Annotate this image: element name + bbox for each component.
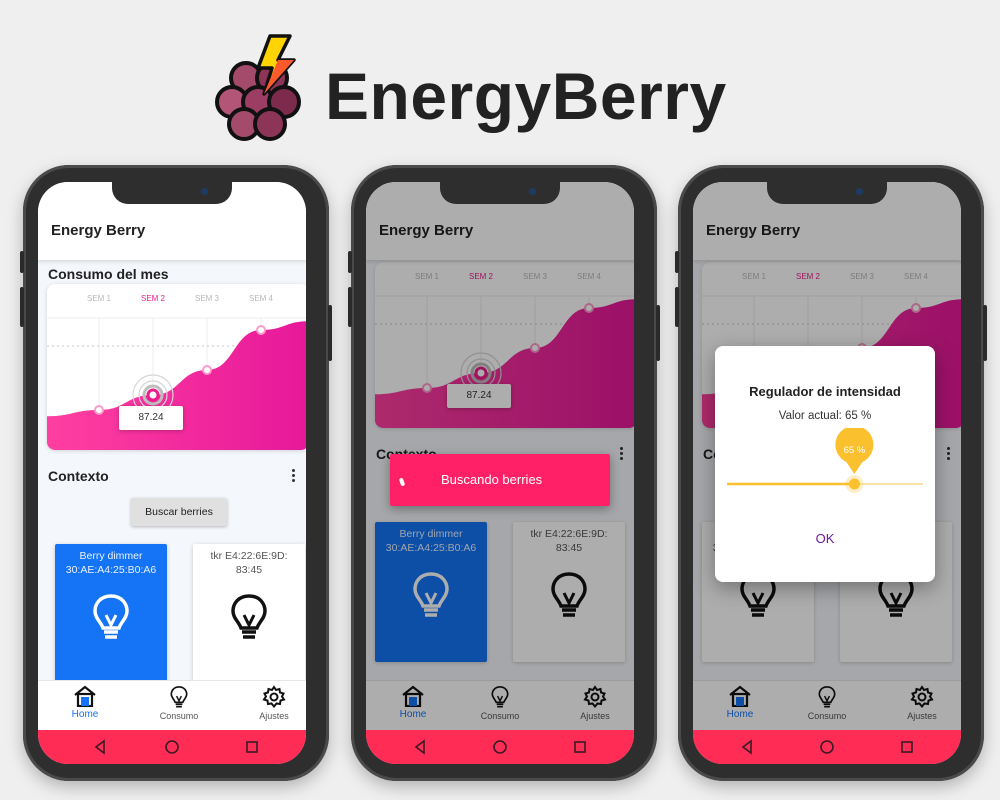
bottom-navigation: Home Consumo Ajustes bbox=[38, 680, 306, 731]
phone-dimmer-dialog-screen: Energy Berry SEM 1 SEM 2 SEM 3 SEM 4 Con… bbox=[675, 165, 987, 781]
phone-home-screen: Energy Berry Consumo del mes SEM 1 SEM 2… bbox=[20, 165, 332, 781]
more-options-icon[interactable] bbox=[292, 469, 296, 483]
recents-icon[interactable] bbox=[572, 739, 588, 755]
notch bbox=[440, 182, 560, 204]
back-icon[interactable] bbox=[412, 739, 428, 755]
dialog-current-value: Valor actual: 65 % bbox=[778, 410, 872, 422]
consumption-area bbox=[47, 321, 306, 450]
recents-icon[interactable] bbox=[244, 739, 260, 755]
nav-home[interactable]: Home bbox=[45, 685, 125, 720]
system-navigation-bar bbox=[366, 730, 634, 764]
phone-searching-screen: Energy Berry SEM 1 SEM 2 SEM 3 SEM 4 87.… bbox=[348, 165, 660, 781]
home-circle-icon[interactable] bbox=[164, 739, 180, 755]
ok-button[interactable]: OK bbox=[795, 526, 855, 550]
back-icon[interactable] bbox=[739, 739, 755, 755]
nav-label: Home bbox=[71, 709, 99, 720]
nav-ajustes[interactable]: Ajustes bbox=[234, 685, 306, 721]
tab-sem-2[interactable]: SEM 2 bbox=[141, 294, 165, 303]
slider-value-label: 65 % bbox=[844, 445, 866, 456]
consumption-chart: SEM 1 SEM 2 SEM 3 SEM 4 87.24 bbox=[47, 284, 306, 450]
gear-icon bbox=[262, 685, 286, 709]
notch bbox=[767, 182, 887, 204]
data-point-1[interactable] bbox=[94, 405, 104, 415]
system-navigation-bar bbox=[693, 730, 961, 764]
search-berries-button[interactable]: Buscar berries bbox=[131, 498, 227, 526]
searching-snackbar: Buscando berries bbox=[390, 454, 610, 506]
home-icon bbox=[74, 685, 96, 707]
context-section-title: Contexto bbox=[48, 468, 109, 484]
notch bbox=[112, 182, 232, 204]
tab-sem-1[interactable]: SEM 1 bbox=[87, 294, 111, 303]
screen: Energy Berry SEM 1 SEM 2 SEM 3 SEM 4 Con… bbox=[693, 182, 961, 764]
data-point-4[interactable] bbox=[256, 325, 266, 335]
screen: Energy Berry SEM 1 SEM 2 SEM 3 SEM 4 87.… bbox=[366, 182, 634, 764]
lightbulb-icon bbox=[170, 686, 188, 708]
home-content: Consumo del mes SEM 1 SEM 2 SEM 3 SEM 4 … bbox=[38, 260, 306, 684]
slider-thumb[interactable] bbox=[848, 478, 860, 490]
dialog-title: Regulador de intensidad bbox=[749, 384, 901, 399]
lightbulb-icon bbox=[231, 594, 267, 639]
chart-tooltip: 87.24 bbox=[119, 406, 183, 430]
intensity-slider[interactable]: 65 % bbox=[727, 428, 923, 498]
data-point-3[interactable] bbox=[202, 365, 212, 375]
lightbulb-icon bbox=[93, 594, 129, 639]
system-navigation-bar bbox=[38, 730, 306, 764]
brand-title: EnergyBerry bbox=[325, 59, 727, 133]
screen: Energy Berry Consumo del mes SEM 1 SEM 2… bbox=[38, 182, 306, 764]
data-point-2[interactable] bbox=[146, 388, 160, 402]
nav-consumo[interactable]: Consumo bbox=[139, 685, 219, 721]
recents-icon[interactable] bbox=[899, 739, 915, 755]
slider-ticks bbox=[854, 483, 923, 485]
nav-label: Consumo bbox=[159, 711, 199, 721]
device-card-tkr[interactable]: tkr E4:22:6E:9D: 83:45 bbox=[193, 544, 305, 684]
grape-bolt-logo-icon bbox=[215, 34, 301, 141]
device-card-berry-dimmer[interactable]: Berry dimmer 30:AE:A4:25:B0:A6 bbox=[55, 544, 167, 684]
app-title: Energy Berry bbox=[51, 222, 146, 239]
dimmer-dialog: Regulador de intensidad Valor actual: 65… bbox=[715, 346, 935, 582]
device-card-label: tkr E4:22:6E:9D: 83:45 bbox=[210, 550, 288, 576]
chart-section-title: Consumo del mes bbox=[48, 266, 169, 282]
tab-sem-4[interactable]: SEM 4 bbox=[249, 294, 273, 303]
nav-label: Ajustes bbox=[259, 711, 289, 721]
home-circle-icon[interactable] bbox=[819, 739, 835, 755]
brand-header: EnergyBerry bbox=[0, 0, 1000, 160]
home-circle-icon[interactable] bbox=[492, 739, 508, 755]
back-icon[interactable] bbox=[92, 739, 108, 755]
device-card-label: Berry dimmer 30:AE:A4:25:B0:A6 bbox=[65, 550, 157, 576]
tab-sem-3[interactable]: SEM 3 bbox=[195, 294, 219, 303]
snackbar-message: Buscando berries bbox=[441, 472, 543, 487]
loading-spinner-icon bbox=[398, 477, 406, 487]
